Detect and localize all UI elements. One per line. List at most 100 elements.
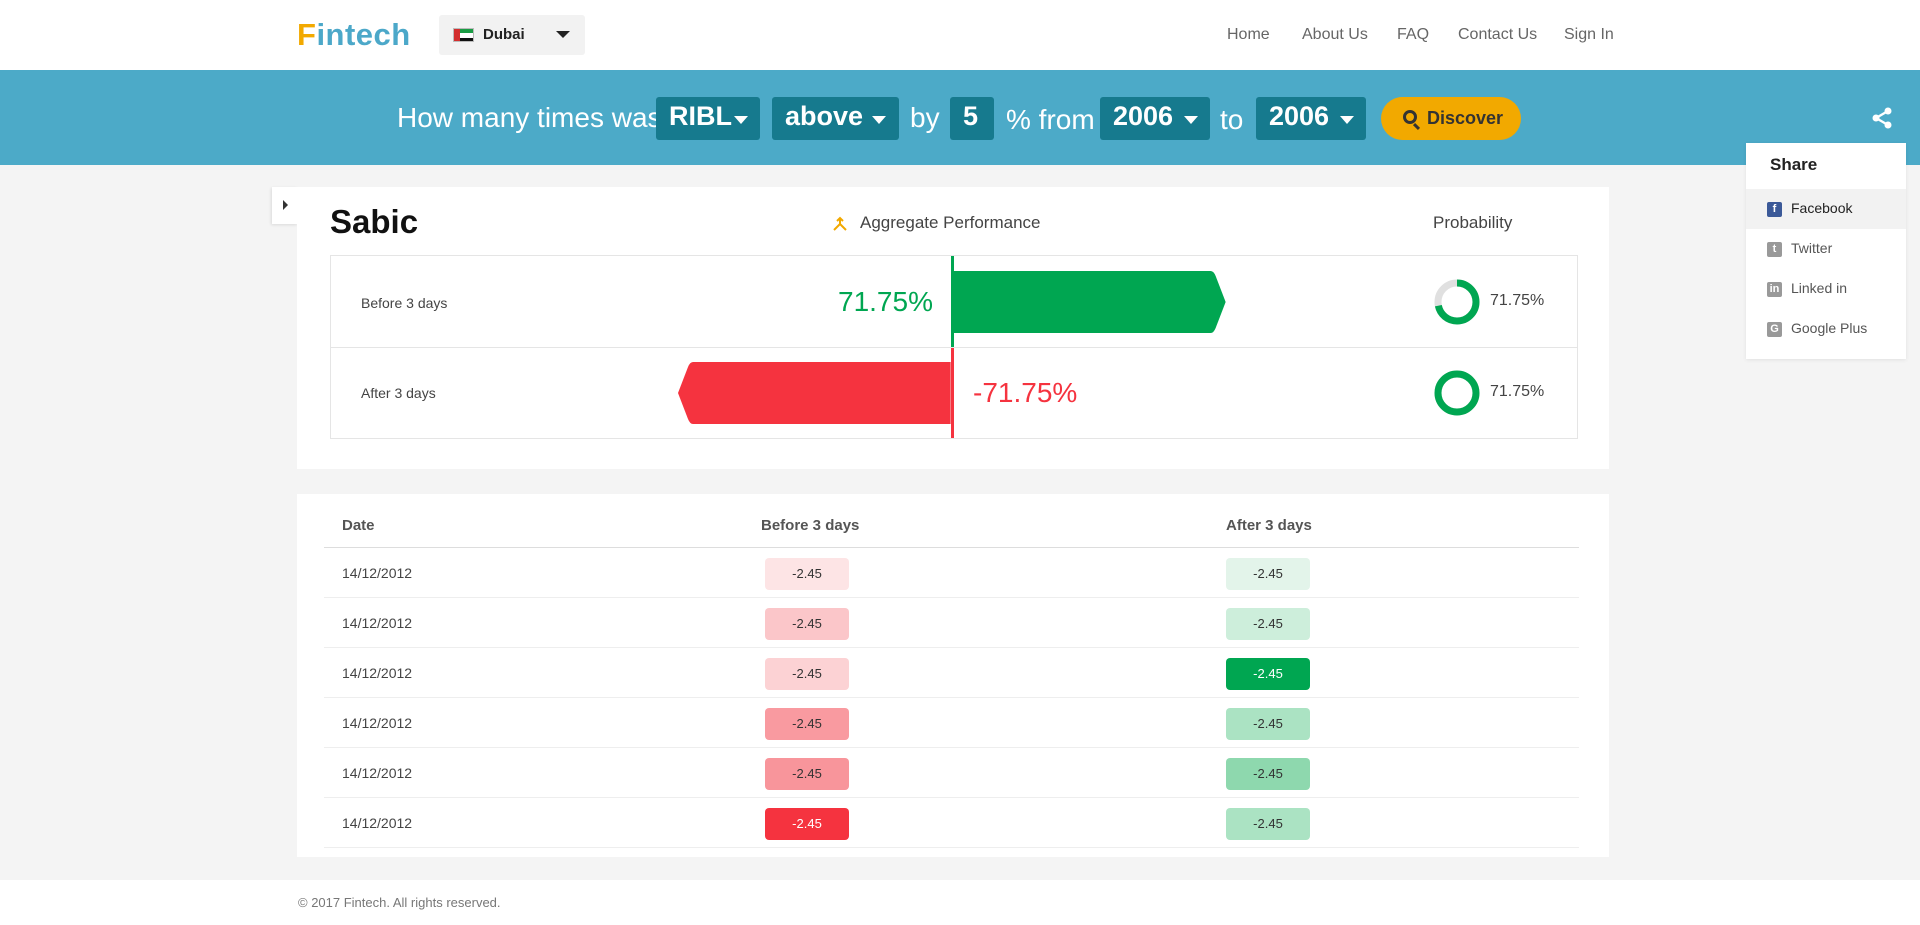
linkedin-icon: in — [1767, 282, 1782, 297]
uae-flag-icon — [453, 28, 474, 42]
caret-right-icon — [283, 200, 288, 210]
cell-after-value: -2.45 — [1226, 658, 1310, 690]
amount-value: 5 — [963, 101, 979, 131]
cell-after-value: -2.45 — [1226, 708, 1310, 740]
from-year-value: 2006 — [1113, 101, 1174, 131]
footer: © 2017 Fintech. All rights reserved. — [0, 880, 1920, 925]
caret-down-icon — [734, 116, 748, 124]
nav-sign-in[interactable]: Sign In — [1564, 26, 1614, 44]
cell-date: 14/12/2012 — [342, 665, 413, 681]
caret-down-icon — [1184, 116, 1198, 124]
top-navbar: Fintech Dubai Home About Us FAQ Contact … — [0, 0, 1920, 70]
query-prefix: How many times was — [397, 102, 662, 133]
cell-date: 14/12/2012 — [342, 815, 413, 831]
cell-after-value: -2.45 — [1226, 558, 1310, 590]
probability-ring-before — [1434, 279, 1480, 325]
stock-title: Sabic — [330, 203, 419, 240]
cell-after-value: -2.45 — [1226, 808, 1310, 840]
query-by-label: by — [910, 102, 940, 133]
share-menu-title: Share — [1770, 155, 1818, 174]
row-divider — [324, 847, 1579, 848]
table-row: 14/12/2012 -2.45 -2.45 — [324, 548, 1579, 598]
direction-value: above — [785, 101, 864, 131]
query-pct-from-label: % from — [1006, 104, 1095, 135]
query-band: How many times was RIBL above by 5 % fro… — [0, 70, 1920, 165]
column-header-after[interactable]: After 3 days — [1226, 517, 1312, 534]
performance-value-after: -71.75% — [973, 377, 1078, 408]
twitter-icon: t — [1767, 242, 1782, 257]
amount-input[interactable]: 5 — [950, 97, 994, 140]
probability-value-after: 71.75% — [1490, 383, 1545, 400]
aggregate-icon — [833, 216, 847, 231]
table-row: 14/12/2012 -2.45 -2.45 — [324, 698, 1579, 748]
search-icon — [1403, 110, 1417, 124]
row-label-after: After 3 days — [361, 385, 436, 401]
table-row: 14/12/2012 -2.45 -2.45 — [324, 648, 1579, 698]
discover-label: Discover — [1427, 108, 1504, 128]
probability-ring-after — [1434, 370, 1480, 416]
to-year-select[interactable]: 2006 — [1256, 97, 1366, 140]
symbol-value: RIBL — [669, 101, 732, 131]
country-select[interactable]: Dubai — [439, 15, 585, 55]
nav-home[interactable]: Home — [1227, 26, 1270, 44]
cell-before-value: -2.45 — [765, 558, 849, 590]
table-row: 14/12/2012 -2.45 -2.45 — [324, 598, 1579, 648]
cell-after-value: -2.45 — [1226, 608, 1310, 640]
cell-date: 14/12/2012 — [342, 765, 413, 781]
share-twitter[interactable]: t Twitter — [1746, 229, 1906, 269]
symbol-select[interactable]: RIBL — [656, 97, 760, 140]
copyright-text: © 2017 Fintech. All rights reserved. — [298, 895, 501, 910]
nav-faq[interactable]: FAQ — [1397, 26, 1429, 44]
performance-bar-before — [953, 271, 1226, 333]
cell-before-value: -2.45 — [765, 608, 849, 640]
facebook-icon: f — [1767, 202, 1782, 217]
cell-date: 14/12/2012 — [342, 565, 413, 581]
column-header-date[interactable]: Date — [342, 517, 375, 534]
column-header-before[interactable]: Before 3 days — [761, 517, 859, 534]
share-item-label: Facebook — [1791, 200, 1853, 216]
logo-letter-f: F — [297, 17, 317, 52]
aggregate-performance-title: Aggregate Performance — [860, 213, 1041, 232]
row-label-before: Before 3 days — [361, 295, 448, 311]
share-item-label: Google Plus — [1791, 320, 1868, 336]
share-item-label: Linked in — [1791, 280, 1848, 296]
fintech-logo[interactable]: Fintech — [297, 17, 411, 53]
logo-text: intech — [316, 17, 411, 52]
performance-bar-after — [678, 362, 951, 424]
performance-bar-positive — [953, 271, 1226, 333]
share-item-label: Twitter — [1791, 240, 1833, 256]
discover-button[interactable]: Discover — [1381, 97, 1521, 140]
row-divider — [330, 347, 1578, 348]
to-year-value: 2006 — [1269, 101, 1330, 131]
google-plus-icon: G — [1767, 322, 1782, 337]
caret-down-icon — [556, 31, 570, 38]
performance-bar-negative — [678, 362, 951, 424]
share-linkedin[interactable]: in Linked in — [1746, 269, 1906, 309]
direction-select[interactable]: above — [772, 97, 899, 140]
caret-down-icon — [1340, 116, 1354, 124]
from-year-select[interactable]: 2006 — [1100, 97, 1210, 140]
cell-before-value: -2.45 — [765, 758, 849, 790]
nav-contact-us[interactable]: Contact Us — [1458, 26, 1537, 44]
cell-after-value: -2.45 — [1226, 758, 1310, 790]
nav-about-us[interactable]: About Us — [1302, 26, 1368, 44]
share-google-plus[interactable]: G Google Plus — [1746, 309, 1906, 349]
cell-before-value: -2.45 — [765, 808, 849, 840]
cell-before-value: -2.45 — [765, 658, 849, 690]
caret-down-icon — [872, 116, 886, 124]
table-row: 14/12/2012 -2.45 -2.45 — [324, 748, 1579, 798]
cell-date: 14/12/2012 — [342, 715, 413, 731]
cell-date: 14/12/2012 — [342, 615, 413, 631]
share-facebook[interactable]: f Facebook — [1746, 189, 1906, 229]
sidebar-toggle-button[interactable] — [272, 187, 298, 224]
share-icon[interactable] — [1870, 106, 1894, 130]
zero-axis-negative — [951, 348, 954, 438]
probability-value-before: 71.75% — [1490, 292, 1545, 309]
country-name: Dubai — [483, 26, 525, 43]
performance-value-before: 71.75% — [838, 286, 933, 317]
query-to-label: to — [1220, 104, 1244, 135]
share-menu: Share f Facebook t Twitter in Linked in … — [1746, 143, 1906, 359]
cell-before-value: -2.45 — [765, 708, 849, 740]
probability-title: Probability — [1433, 213, 1513, 232]
table-row: 14/12/2012 -2.45 -2.45 — [324, 798, 1579, 848]
